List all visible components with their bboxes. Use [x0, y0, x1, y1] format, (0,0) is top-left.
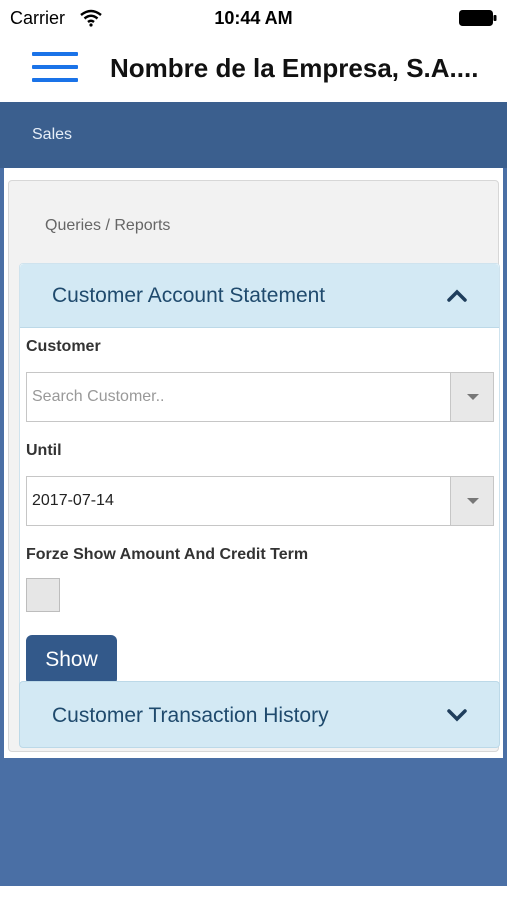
caret-down-icon — [467, 394, 479, 400]
accordion-history-header[interactable]: Customer Transaction History — [19, 681, 500, 748]
battery-icon — [459, 10, 497, 26]
caret-down-icon — [467, 498, 479, 504]
show-button[interactable]: Show — [26, 635, 117, 685]
section-label: Sales — [32, 126, 73, 143]
until-date-value: 2017-07-14 — [32, 492, 114, 509]
customer-placeholder: Search Customer.. — [32, 388, 165, 405]
force-show-checkbox[interactable] — [26, 578, 60, 612]
status-bar: Carrier 10:44 AM — [0, 0, 507, 36]
accordion-history-title: Customer Transaction History — [52, 704, 329, 727]
customer-dropdown-button[interactable] — [450, 373, 493, 421]
bottom-strip — [0, 886, 507, 900]
customer-label: Customer — [26, 338, 101, 355]
accordion-statement-header[interactable]: Customer Account Statement — [20, 264, 499, 328]
accordion-statement: Customer Account Statement Customer Sear… — [19, 263, 500, 695]
app-header: Nombre de la Empresa, S.A.... — [0, 36, 507, 102]
accordion-statement-title: Customer Account Statement — [52, 284, 326, 307]
customer-select[interactable]: Search Customer.. — [26, 372, 494, 422]
queries-panel: Queries / Reports Customer Account State… — [8, 180, 500, 752]
force-show-label: Forze Show Amount And Credit Term — [26, 546, 309, 563]
until-label: Until — [26, 442, 62, 459]
section-bar: Sales — [0, 102, 507, 168]
main-panel: Queries / Reports Customer Account State… — [4, 168, 503, 758]
breadcrumb: Queries / Reports — [45, 217, 171, 234]
chevron-down-icon — [447, 709, 467, 722]
until-date-select[interactable]: 2017-07-14 — [26, 476, 494, 526]
chevron-up-icon — [447, 289, 467, 302]
app-title: Nombre de la Empresa, S.A.... — [110, 53, 479, 83]
until-dropdown-button[interactable] — [450, 477, 493, 525]
menu-icon[interactable] — [32, 50, 78, 84]
status-time: 10:44 AM — [214, 8, 293, 28]
